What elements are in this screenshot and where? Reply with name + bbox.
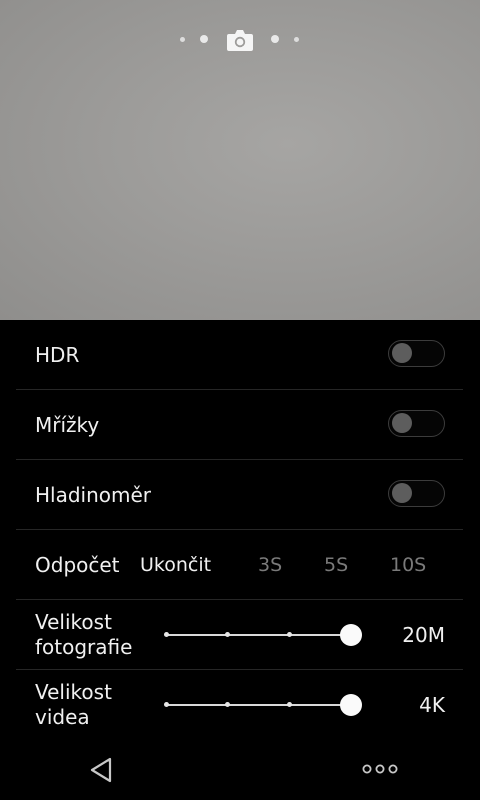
timer-label: Odpočet bbox=[35, 553, 120, 577]
video-size-row: Velikost videa 4K bbox=[16, 670, 463, 740]
photo-size-label-line1: Velikost bbox=[35, 610, 112, 634]
video-size-label: Velikost videa bbox=[35, 680, 112, 730]
toggle-knob bbox=[392, 343, 412, 363]
timer-option-off[interactable]: Ukončit bbox=[140, 530, 211, 600]
slider-tick bbox=[287, 702, 292, 707]
video-size-slider-thumb[interactable] bbox=[340, 694, 362, 716]
grid-toggle[interactable] bbox=[388, 410, 445, 437]
slider-tick bbox=[225, 632, 230, 637]
photo-size-slider-thumb[interactable] bbox=[340, 624, 362, 646]
slider-tick bbox=[164, 702, 169, 707]
video-size-label-line2: videa bbox=[35, 705, 90, 729]
more-dots-icon[interactable] bbox=[362, 762, 398, 776]
toggle-knob bbox=[392, 483, 412, 503]
photo-size-label-line2: fotografie bbox=[35, 635, 133, 659]
mode-dot bbox=[200, 35, 208, 43]
photo-size-row: Velikost fotografie 20M bbox=[16, 600, 463, 670]
level-toggle[interactable] bbox=[388, 480, 445, 507]
back-triangle-icon[interactable] bbox=[88, 756, 114, 784]
timer-row: Odpočet Ukončit 3S 5S 10S bbox=[16, 530, 463, 600]
video-size-value: 4K bbox=[419, 693, 445, 717]
camera-settings-panel: HDR Mřížky Hladinoměr Odpočet Ukončit 3S… bbox=[0, 320, 480, 740]
hdr-toggle[interactable] bbox=[388, 340, 445, 367]
video-size-label-line1: Velikost bbox=[35, 680, 112, 704]
timer-option-5s[interactable]: 5S bbox=[324, 530, 348, 600]
grid-label: Mřížky bbox=[35, 413, 100, 437]
hdr-label: HDR bbox=[35, 343, 80, 367]
photo-size-value: 20M bbox=[402, 623, 445, 647]
timer-option-10s[interactable]: 10S bbox=[390, 530, 426, 600]
photo-size-label: Velikost fotografie bbox=[35, 610, 132, 660]
slider-tick bbox=[287, 632, 292, 637]
video-size-slider-track[interactable] bbox=[164, 702, 350, 707]
mode-dot bbox=[294, 37, 299, 42]
grid-row[interactable]: Mřížky bbox=[16, 390, 463, 460]
slider-tick bbox=[164, 632, 169, 637]
level-row[interactable]: Hladinoměr bbox=[16, 460, 463, 530]
timer-option-3s[interactable]: 3S bbox=[258, 530, 282, 600]
camera-viewfinder[interactable] bbox=[0, 0, 480, 320]
slider-tick bbox=[225, 702, 230, 707]
mode-dot bbox=[180, 37, 185, 42]
photo-size-slider-track[interactable] bbox=[164, 632, 350, 637]
mode-dot bbox=[271, 35, 279, 43]
level-label: Hladinoměr bbox=[35, 483, 152, 507]
camera-icon bbox=[227, 30, 253, 51]
hdr-row[interactable]: HDR bbox=[16, 320, 463, 390]
toggle-knob bbox=[392, 413, 412, 433]
mode-indicator[interactable] bbox=[0, 26, 480, 54]
navigation-bar bbox=[0, 740, 480, 800]
